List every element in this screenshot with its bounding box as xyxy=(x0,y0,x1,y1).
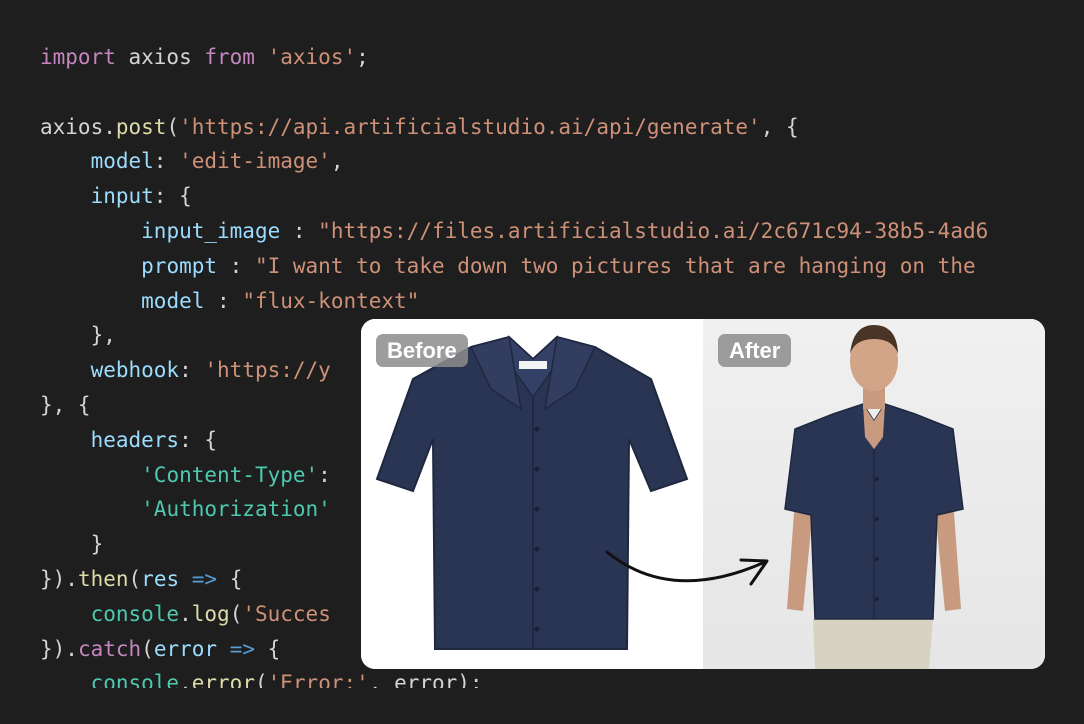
code-token: } xyxy=(40,532,104,557)
code-token: : xyxy=(318,462,331,487)
code-token: error xyxy=(153,636,218,661)
code-token: webhook xyxy=(90,358,180,383)
code-token: 'Error:' xyxy=(267,671,369,688)
code-token: : { xyxy=(153,184,192,209)
code-token: 'https://y xyxy=(204,358,331,383)
code-line: input: { xyxy=(40,179,1084,214)
code-token: { xyxy=(254,636,281,661)
before-after-card: Before After xyxy=(361,319,1045,669)
code-token: console xyxy=(90,601,180,626)
code-token: input_image xyxy=(141,218,281,243)
code-token: }). xyxy=(40,636,78,661)
code-line: axios.post('https://api.artificialstudio… xyxy=(40,110,1084,145)
code-token: : xyxy=(204,288,243,313)
code-token: import xyxy=(40,45,116,69)
code-token: from xyxy=(204,45,255,69)
code-token: => xyxy=(191,566,218,591)
code-token: }, xyxy=(40,323,116,348)
code-token: error xyxy=(191,671,255,688)
code-token: axios. xyxy=(40,114,116,139)
code-token: "I want to take down two pictures that a… xyxy=(254,253,976,278)
code-token: { xyxy=(217,566,243,591)
arrow-icon xyxy=(605,550,769,586)
code-token: model xyxy=(141,288,205,313)
code-token: axios xyxy=(115,45,205,69)
code-token: ( xyxy=(166,114,180,139)
code-token: 'Authorization' xyxy=(141,497,331,522)
before-badge: Before xyxy=(376,334,468,367)
code-token: : { xyxy=(179,427,218,452)
code-token: }, { xyxy=(40,392,91,417)
code-token: => xyxy=(229,636,255,661)
code-token: then xyxy=(77,566,129,591)
code-token: : xyxy=(217,253,255,278)
code-line: console.error('Error:', error); xyxy=(40,666,1084,688)
code-line: model: 'edit-image', xyxy=(40,144,1084,179)
code-token: post xyxy=(115,114,167,139)
code-token: ( xyxy=(229,601,243,626)
code-token: , xyxy=(330,149,344,174)
code-token: : xyxy=(153,149,180,174)
code-token: . xyxy=(179,671,192,688)
code-line: input_image : "https://files.artificials… xyxy=(40,214,1084,249)
code-token: , error); xyxy=(368,671,483,688)
code-line: model : "flux-kontext" xyxy=(40,284,1084,319)
code-token: ( xyxy=(128,566,142,591)
code-token: prompt xyxy=(141,253,218,278)
code-token: console xyxy=(90,671,180,688)
code-token: }). xyxy=(40,566,78,591)
code-token: headers xyxy=(90,427,180,452)
code-line: import axios from 'axios'; xyxy=(40,40,1084,75)
code-token: 'https://api.artificialstudio.ai/api/gen… xyxy=(179,114,761,139)
code-token: "flux-kontext" xyxy=(242,288,420,313)
after-badge: After xyxy=(718,334,792,367)
code-token: res xyxy=(141,566,180,591)
code-token: : xyxy=(179,358,205,383)
code-token: . xyxy=(179,601,192,626)
code-token: ( xyxy=(141,636,154,661)
code-token: catch xyxy=(77,636,142,661)
code-token: input xyxy=(90,184,154,209)
code-token: model xyxy=(90,149,154,174)
code-token: : xyxy=(280,218,319,243)
code-token: 'edit-image' xyxy=(179,149,331,174)
code-token: 'Succes xyxy=(242,601,331,626)
code-token: ( xyxy=(254,671,268,688)
code-token: , { xyxy=(760,114,799,139)
code-line: prompt : "I want to take down two pictur… xyxy=(40,249,1084,284)
code-token: "https://files.artificialstudio.ai/2c671… xyxy=(318,218,989,243)
code-token: 'axios' xyxy=(267,45,357,69)
code-token: 'Content-Type' xyxy=(141,462,319,487)
code-token: ; xyxy=(356,45,369,69)
code-token: log xyxy=(191,601,230,626)
